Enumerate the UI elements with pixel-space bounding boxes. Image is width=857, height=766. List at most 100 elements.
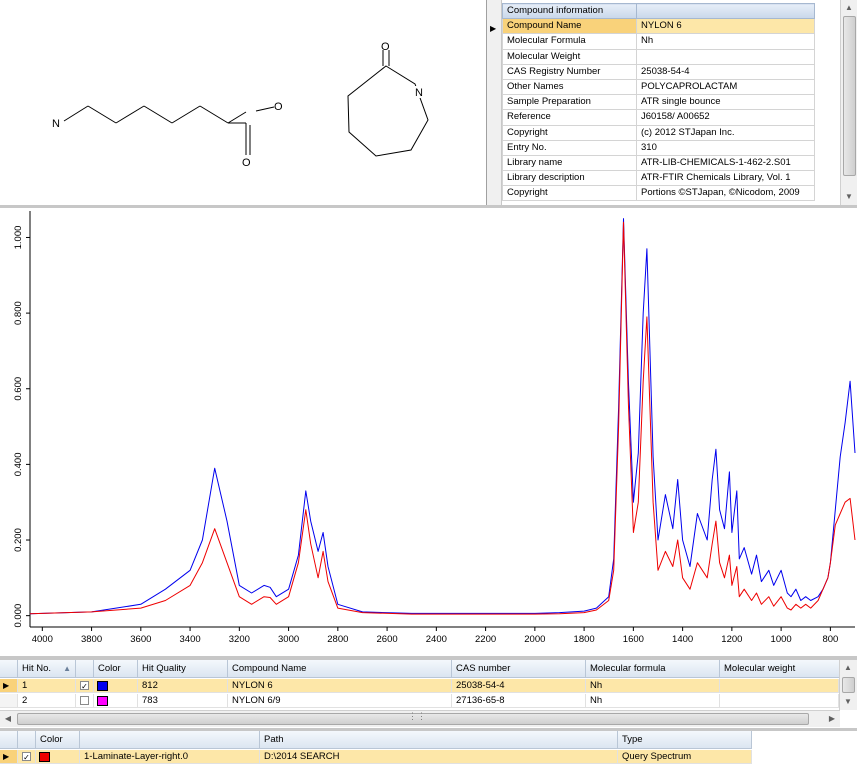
query-path: D:\2014 SEARCH <box>260 750 618 764</box>
bond <box>171 105 201 124</box>
hit-checkbox[interactable] <box>80 696 89 705</box>
hit-list-vertical-scrollbar[interactable]: ▲ ▼ <box>839 660 857 710</box>
x-tick-label: 2600 <box>377 634 398 645</box>
info-row[interactable]: Entry No. 310 <box>502 139 815 156</box>
color-swatch[interactable] <box>39 752 50 762</box>
info-value: POLYCAPROLACTAM <box>636 78 815 96</box>
info-key: Library name <box>502 154 637 172</box>
scroll-thumb[interactable] <box>842 677 855 693</box>
info-row[interactable]: Copyright Portions ©STJapan, ©Nicodom, 20… <box>502 185 815 202</box>
info-row[interactable]: Molecular Weight <box>502 48 815 65</box>
hit-color-cell[interactable] <box>94 694 138 708</box>
hit-no: 2 <box>18 694 76 708</box>
hit-checkbox[interactable]: ✓ <box>80 681 89 691</box>
bond <box>255 106 275 112</box>
info-key: Molecular Weight <box>502 48 637 65</box>
query-color-cell[interactable] <box>36 750 80 764</box>
hit-color-cell[interactable] <box>94 679 138 693</box>
carbonyl-oxygen-label: O <box>242 157 251 169</box>
column-header-cas-number[interactable]: CAS number <box>452 660 586 678</box>
bond <box>227 111 247 124</box>
info-vertical-scrollbar[interactable]: ▲ ▼ <box>840 0 857 205</box>
query-spectrum-line <box>29 221 856 615</box>
row-selector[interactable] <box>0 694 18 708</box>
info-row[interactable]: Copyright (c) 2012 STJapan Inc. <box>502 124 815 141</box>
grip-icon: ⋮⋮ <box>408 711 426 721</box>
hit-list-grid[interactable]: Hit No. ▲ Color Hit Quality Compound Name… <box>0 660 857 728</box>
hit-molecular-weight <box>720 679 839 693</box>
info-value: 310 <box>636 139 815 156</box>
hit-quality: 783 <box>138 694 228 708</box>
column-header-name[interactable] <box>80 731 260 749</box>
column-header-check[interactable] <box>76 660 94 678</box>
query-checkbox[interactable]: ✓ <box>22 752 31 762</box>
info-value: ATR-FTIR Chemicals Library, Vol. 1 <box>636 170 815 187</box>
column-header-compound-name[interactable]: Compound Name <box>228 660 452 678</box>
scroll-down-icon[interactable]: ▼ <box>841 189 857 205</box>
y-tick-label: 0.600 <box>13 377 24 401</box>
column-header-color[interactable]: Color <box>94 660 138 678</box>
info-value: Nh <box>636 33 815 50</box>
column-header-hit-no[interactable]: Hit No. ▲ <box>18 660 76 678</box>
column-header-hit-quality[interactable]: Hit Quality <box>138 660 228 678</box>
scroll-thumb[interactable]: ⋮⋮ <box>17 711 809 725</box>
hit-cas-number: 27136-65-8 <box>452 694 586 708</box>
scroll-down-icon[interactable]: ▼ <box>840 694 856 710</box>
row-selector[interactable]: ▶ <box>0 679 18 693</box>
hit-row[interactable]: 2 783 NYLON 6/9 27136-65-8 Nh <box>0 694 839 708</box>
color-swatch[interactable] <box>97 681 108 691</box>
column-header-type[interactable]: Type <box>618 731 752 749</box>
hit-list-horizontal-scrollbar[interactable]: ◀ ⋮⋮ ▶ <box>0 710 840 727</box>
info-row[interactable]: Other Names POLYCAPROLACTAM <box>502 78 815 96</box>
info-key: Other Names <box>502 78 637 96</box>
column-header-label: Hit No. <box>22 663 52 674</box>
info-row[interactable]: Library description ATR-FTIR Chemicals Li… <box>502 170 815 187</box>
hit-row[interactable]: ▶ 1 ✓ 812 NYLON 6 25038-54-4 Nh <box>0 679 839 693</box>
info-row[interactable]: CAS Registry Number 25038-54-4 <box>502 63 815 80</box>
scroll-thumb[interactable] <box>843 16 856 176</box>
y-tick-label: 0.800 <box>13 301 24 325</box>
scroll-right-icon[interactable]: ▶ <box>824 711 840 727</box>
hit-compound-name: NYLON 6 <box>228 679 452 693</box>
info-row[interactable]: Sample Preparation ATR single bounce <box>502 94 815 111</box>
scroll-up-icon[interactable]: ▲ <box>840 660 856 676</box>
query-spectrum-grid[interactable]: Color Path Type ▶ ✓ 1-Laminate-Layer-rig… <box>0 731 857 766</box>
y-tick-label: 1.000 <box>13 226 24 250</box>
x-tick-label: 2800 <box>327 634 348 645</box>
hydroxyl-oxygen-label: O <box>274 101 283 113</box>
scroll-left-icon[interactable]: ◀ <box>0 711 16 727</box>
scroll-up-icon[interactable]: ▲ <box>841 0 857 16</box>
column-header-color[interactable]: Color <box>36 731 80 749</box>
hit-checkbox-cell[interactable] <box>76 694 94 708</box>
header-corner <box>0 731 18 749</box>
x-tick-label: 3400 <box>180 634 201 645</box>
compound-info-grid[interactable]: ▶ Compound information Compound Name NYLO… <box>486 0 857 205</box>
color-swatch[interactable] <box>97 696 108 706</box>
x-tick-label: 1400 <box>672 634 693 645</box>
spectrum-plot[interactable]: 0.000 0.200 0.400 0.600 0.800 1.000 4000 3800 3… <box>0 208 857 656</box>
bond <box>87 105 117 124</box>
info-row[interactable]: Compound Name NYLON 6 <box>502 18 815 35</box>
row-selector[interactable]: ▶ <box>0 750 18 764</box>
hit-molecular-formula: Nh <box>586 694 720 708</box>
info-value: ATR single bounce <box>636 94 815 111</box>
info-value <box>636 48 815 65</box>
hit-compound-name: NYLON 6/9 <box>228 694 452 708</box>
column-header-molecular-formula[interactable]: Molecular formula <box>586 660 720 678</box>
info-key: CAS Registry Number <box>502 63 637 80</box>
query-row[interactable]: ▶ ✓ 1-Laminate-Layer-right.0 D:\2014 SEA… <box>0 750 752 764</box>
column-header-molecular-weight[interactable]: Molecular weight <box>720 660 840 678</box>
query-checkbox-cell[interactable]: ✓ <box>18 750 36 764</box>
info-row[interactable]: Library name ATR-LIB-CHEMICALS-1-462-2.S0… <box>502 154 815 172</box>
column-header-path[interactable]: Path <box>260 731 618 749</box>
structure-drawings: N O O O N <box>51 41 429 169</box>
info-value: (c) 2012 STJapan Inc. <box>636 124 815 141</box>
info-row[interactable]: Reference J60158/ A00652 <box>502 109 815 126</box>
query-name: 1-Laminate-Layer-right.0 <box>80 750 260 764</box>
row-selector-column: ▶ <box>487 0 502 205</box>
info-value: J60158/ A00652 <box>636 109 815 126</box>
info-row[interactable]: Molecular Formula Nh <box>502 33 815 50</box>
y-tick-label: 0.200 <box>13 528 24 552</box>
column-header-check[interactable] <box>18 731 36 749</box>
hit-checkbox-cell[interactable]: ✓ <box>76 679 94 693</box>
